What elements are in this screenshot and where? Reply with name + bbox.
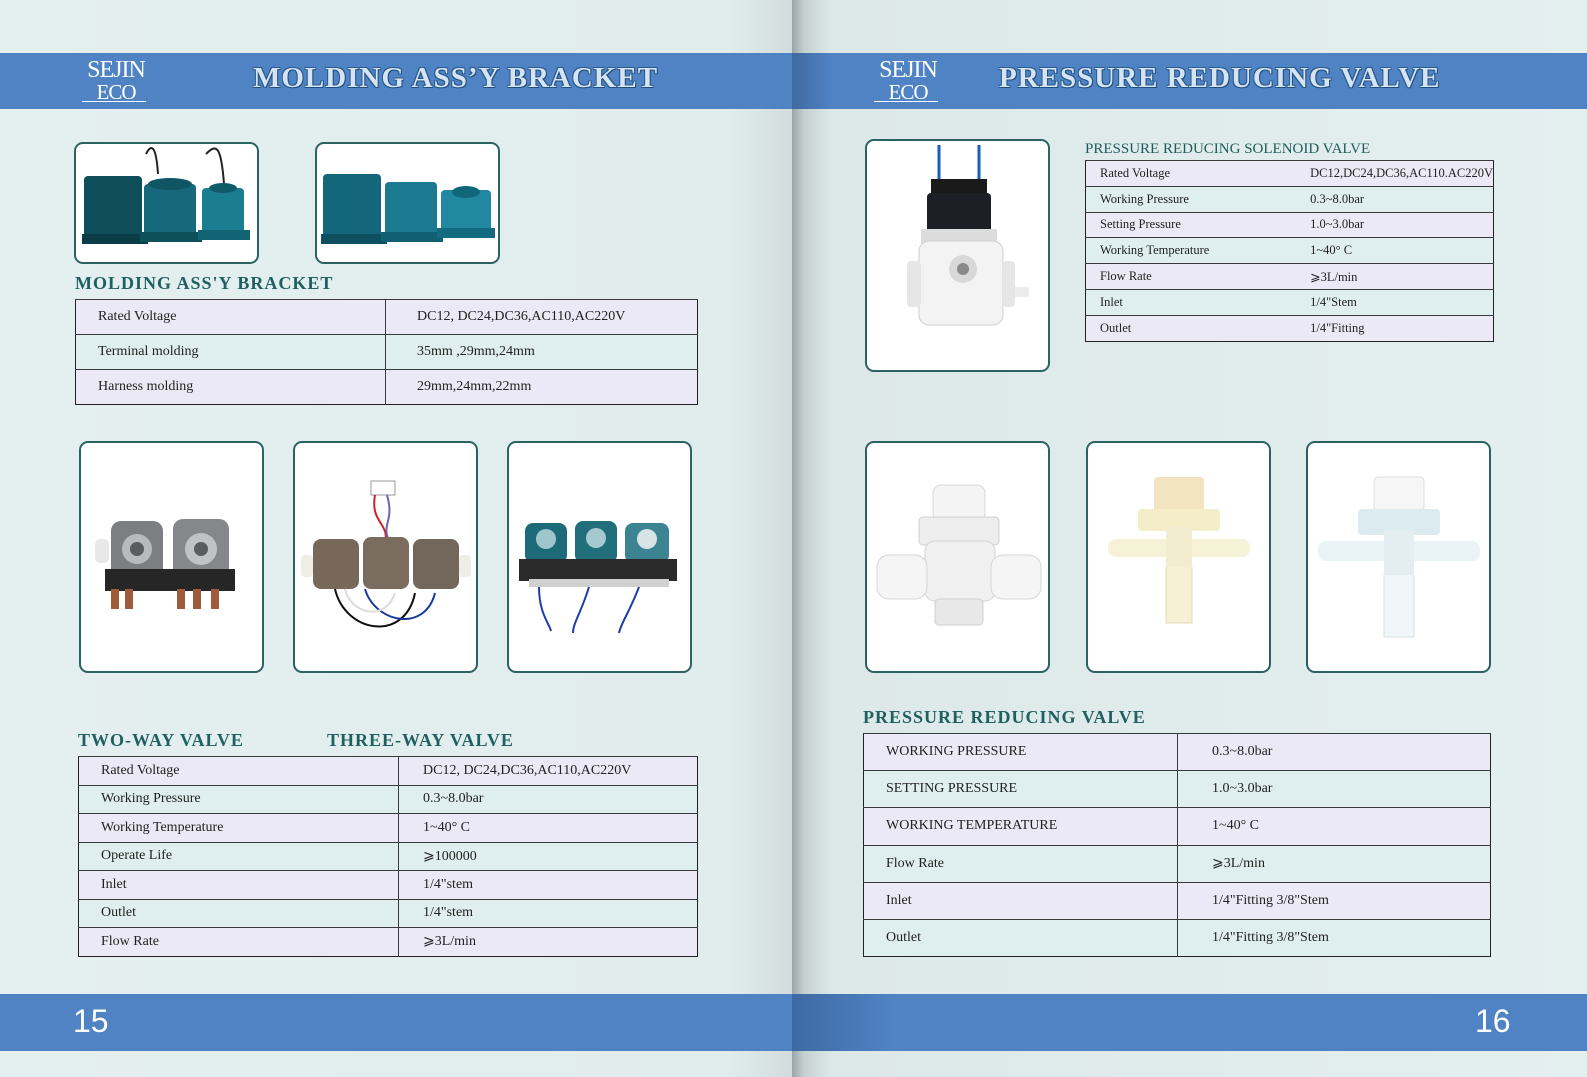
spec-row: Rated Voltage DC12, DC24,DC36,AC110,AC220… (75, 299, 698, 335)
spec-label: Operate Life (78, 841, 399, 871)
solenoid-spec-table: Rated Voltage DC12,DC24,DC36,AC110.AC220V… (1085, 160, 1494, 342)
spec-value: 0.3~8.0bar (398, 784, 698, 814)
right-footer-bar (792, 994, 1587, 1051)
bracket-section-title: MOLDING ASS'Y BRACKET (75, 273, 334, 293)
spec-value: DC12, DC24,DC36,AC110,AC220V (398, 756, 698, 785)
solenoid-valve-photo (865, 139, 1050, 372)
spec-row: Working Temperature 1~40° C (78, 813, 698, 842)
spec-value: 1/4"stem (398, 870, 698, 899)
spec-value: 1~40° C (1280, 237, 1494, 264)
spec-label: Working Pressure (78, 784, 399, 814)
bracket-photo-2 (315, 142, 500, 264)
spec-value: 1/4"stem (398, 898, 698, 928)
spec-row: Inlet 1/4"Fitting 3/8"Stem (863, 881, 1491, 920)
spec-value: DC12, DC24,DC36,AC110,AC220V (385, 299, 698, 335)
spec-label: Outlet (863, 918, 1178, 957)
two-way-valve-title: TWO-WAY VALVE (78, 730, 244, 750)
spec-label: Working Pressure (1085, 185, 1281, 213)
spec-label: Flow Rate (863, 844, 1178, 883)
reducing-section-title: PRESSURE REDUCING VALVE (863, 707, 1146, 727)
valve-spec-table: Rated Voltage DC12, DC24,DC36,AC110,AC220… (78, 756, 698, 957)
spec-value: 0.3~8.0bar (1280, 185, 1494, 213)
spec-label: Working Temperature (1085, 237, 1281, 264)
spec-label: Rated Voltage (78, 756, 399, 785)
spec-value: 1/4"Stem (1280, 288, 1494, 316)
spec-label: Working Temperature (78, 813, 399, 842)
spec-row: Flow Rate ⩾3L/min (78, 927, 698, 956)
spec-row: Flow Rate ⩾3L/min (1085, 263, 1494, 290)
spec-value: 0.3~8.0bar (1177, 732, 1491, 771)
spec-value: 1/4"Fitting 3/8"Stem (1177, 881, 1491, 920)
spec-row: Inlet 1/4"Stem (1085, 288, 1494, 316)
bracket-spec-table: Rated Voltage DC12, DC24,DC36,AC110,AC220… (75, 299, 698, 405)
right-logo: SEJIN ECO (868, 58, 948, 104)
spec-label: Inlet (863, 881, 1178, 920)
spec-row: Operate Life ⩾100000 (78, 841, 698, 871)
spec-row: Harness molding 29mm,24mm,22mm (75, 369, 698, 405)
spec-row: Inlet 1/4"stem (78, 870, 698, 899)
spec-row: Outlet 1/4"stem (78, 898, 698, 928)
spec-value: 1.0~3.0bar (1280, 211, 1494, 238)
spec-row: Rated Voltage DC12,DC24,DC36,AC110.AC220V (1085, 160, 1494, 187)
reducing-valve-photo-2 (1086, 441, 1271, 673)
left-page-number: 15 (73, 1003, 109, 1039)
spec-value: DC12,DC24,DC36,AC110.AC220V (1280, 160, 1494, 187)
right-page-number: 16 (1475, 1003, 1511, 1039)
spec-row: Terminal molding 35mm ,29mm,24mm (75, 334, 698, 370)
spec-row: Flow Rate ⩾3L/min (863, 844, 1491, 883)
spec-row: Setting Pressure 1.0~3.0bar (1085, 211, 1494, 238)
spec-label: WORKING TEMPERATURE (863, 807, 1178, 846)
spec-value: 1~40° C (398, 813, 698, 842)
spec-label: Rated Voltage (75, 299, 386, 335)
spec-row: Working Pressure 0.3~8.0bar (1085, 185, 1494, 213)
spec-label: Inlet (78, 870, 399, 899)
two-way-valve-photo (79, 441, 264, 673)
spec-value: ⩾100000 (398, 841, 698, 871)
spec-value: ⩾3L/min (1280, 263, 1494, 290)
reducing-valve-photo-1 (865, 441, 1050, 673)
spec-value: 35mm ,29mm,24mm (385, 334, 698, 370)
right-banner-title: PRESSURE REDUCING VALVE (999, 62, 1441, 94)
spec-label: Flow Rate (1085, 263, 1281, 290)
reducing-spec-table: WORKING PRESSURE 0.3~8.0bar SETTING PRESSU… (863, 732, 1491, 958)
spec-label: WORKING PRESSURE (863, 732, 1178, 771)
bracket-photo-1 (74, 142, 259, 264)
spec-label: Harness molding (75, 369, 386, 405)
left-banner-title: MOLDING ASS’Y BRACKET (253, 62, 659, 94)
spec-label: Inlet (1085, 288, 1281, 316)
left-footer-bar (0, 994, 792, 1051)
spec-label: Terminal molding (75, 334, 386, 370)
spec-row: Outlet 1/4"Fitting (1085, 314, 1494, 342)
spec-value: 1.0~3.0bar (1177, 770, 1491, 808)
right-page: SEJIN ECO PRESSURE REDUCING VALVE PRESSU… (792, 0, 1587, 1077)
three-valve-set-photo (507, 441, 692, 673)
spec-label: Setting Pressure (1085, 211, 1281, 238)
solenoid-section-title: PRESSURE REDUCING SOLENOID VALVE (1085, 141, 1371, 157)
spec-value: 29mm,24mm,22mm (385, 369, 698, 405)
spec-label: Outlet (78, 898, 399, 928)
spec-row: Rated Voltage DC12, DC24,DC36,AC110,AC220… (78, 756, 698, 785)
spec-row: SETTING PRESSURE 1.0~3.0bar (863, 770, 1491, 808)
spec-label: SETTING PRESSURE (863, 770, 1178, 808)
spec-label: Rated Voltage (1085, 160, 1281, 187)
spec-value: 1/4"Fitting (1280, 314, 1494, 342)
left-logo: SEJIN ECO (76, 58, 156, 104)
spec-row: Outlet 1/4"Fitting 3/8"Stem (863, 918, 1491, 957)
three-way-valve-photo (293, 441, 478, 673)
spec-value: 1~40° C (1177, 807, 1491, 846)
spec-value: ⩾3L/min (398, 927, 698, 956)
spec-row: WORKING PRESSURE 0.3~8.0bar (863, 732, 1491, 771)
reducing-valve-photo-3 (1306, 441, 1491, 673)
three-way-valve-title: THREE-WAY VALVE (327, 730, 514, 750)
spec-label: Outlet (1085, 314, 1281, 342)
left-page: SEJIN ECO MOLDING ASS’Y BRACKET MOLDING … (0, 0, 792, 1077)
spec-label: Flow Rate (78, 927, 399, 956)
spec-value: 1/4"Fitting 3/8"Stem (1177, 918, 1491, 957)
spec-value: ⩾3L/min (1177, 844, 1491, 883)
spec-row: Working Pressure 0.3~8.0bar (78, 784, 698, 814)
spec-row: Working Temperature 1~40° C (1085, 237, 1494, 264)
spec-row: WORKING TEMPERATURE 1~40° C (863, 807, 1491, 846)
